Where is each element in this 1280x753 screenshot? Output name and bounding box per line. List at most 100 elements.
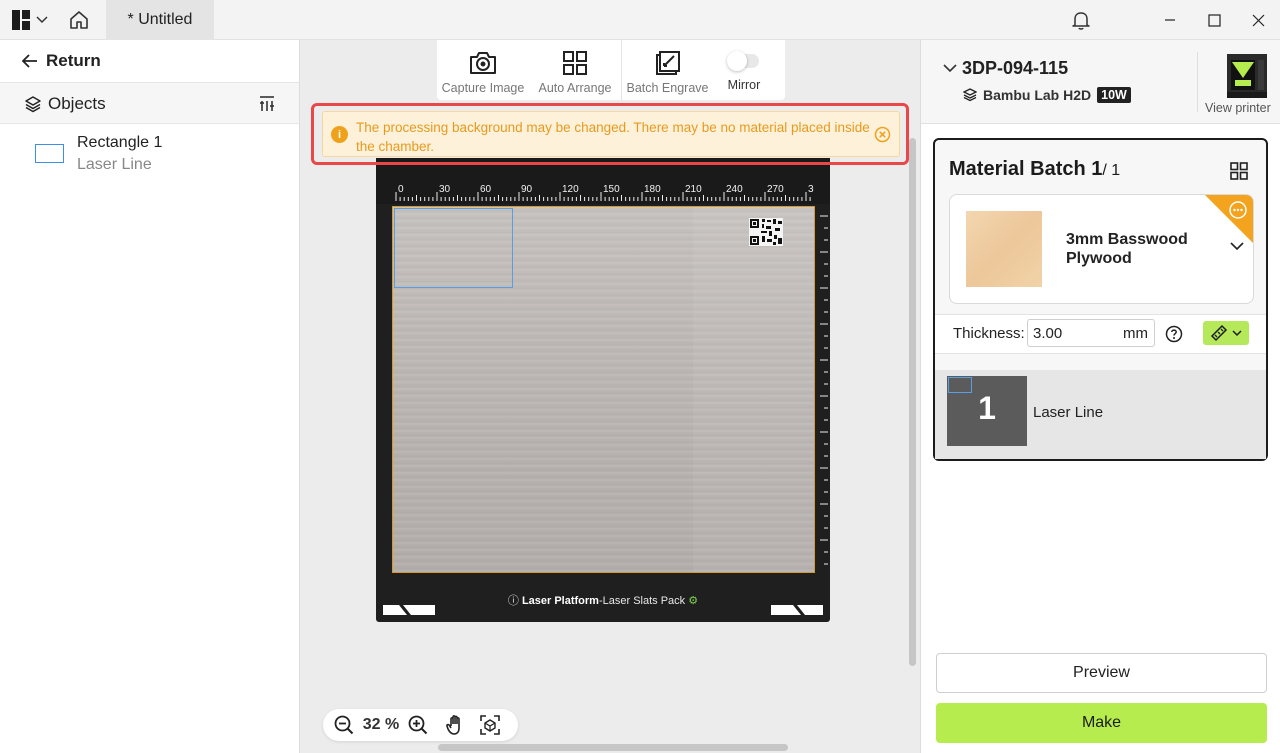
ruler-label: 150 [603, 184, 620, 195]
warning-highlight: i The processing background may be chang… [311, 103, 909, 165]
ruler-label: 210 [685, 184, 702, 195]
plate-slot-right [771, 605, 823, 615]
platform-label-rest: -Laser Slats Pack [598, 595, 686, 607]
measure-button[interactable] [1203, 321, 1249, 345]
layer-number: 1 [978, 390, 996, 426]
home-button[interactable] [68, 9, 90, 31]
thickness-value: 3.00 [1033, 324, 1063, 342]
warning-banner: i The processing background may be chang… [322, 111, 900, 157]
list-item[interactable]: 1 Laser Line [935, 370, 1266, 459]
arrow-left-icon [22, 54, 37, 68]
thickness-label: Thickness: [953, 325, 1025, 342]
ruler-label: 60 [480, 184, 492, 195]
return-button[interactable]: Return [22, 50, 101, 72]
ruler-label: 270 [767, 184, 784, 195]
vertical-scrollbar[interactable] [909, 138, 916, 666]
batch-engrave-button[interactable]: Batch Engrave [621, 40, 713, 100]
rectangle-1-object[interactable] [394, 208, 513, 288]
close-icon [1252, 14, 1264, 26]
chevron-down-icon [1230, 242, 1244, 251]
qr-code-icon [749, 218, 783, 246]
zoom-in-button[interactable] [407, 714, 429, 736]
batch-engrave-label: Batch Engrave [626, 81, 709, 95]
ruler-label: 240 [726, 184, 743, 195]
title-bar: * Untitled [0, 0, 1280, 40]
batch-count: / 1 [1102, 162, 1121, 179]
material-swatch [966, 211, 1042, 287]
batch-engrave-icon [655, 51, 680, 75]
tab-untitled[interactable]: * Untitled [106, 0, 214, 40]
printer-image-icon[interactable] [1211, 52, 1273, 100]
close-button[interactable] [1236, 0, 1280, 40]
minimize-button[interactable] [1148, 0, 1192, 40]
printer-model-name: Bambu Lab H2D [983, 87, 1092, 103]
ruler-label: 120 [562, 184, 579, 195]
objects-header: Objects [0, 82, 299, 124]
zoom-in-icon [408, 715, 428, 735]
fit-view-button[interactable] [479, 714, 501, 736]
mirror-switch[interactable] [727, 51, 759, 71]
help-icon[interactable] [1165, 325, 1183, 343]
canvas-toolbar: Capture Image Auto Arrange Batch Engrave… [437, 40, 785, 100]
ruler-label: 30 [439, 184, 451, 195]
make-button[interactable]: Make [936, 703, 1267, 743]
layer-thumbnail: 1 [947, 376, 1027, 446]
objects-title: Objects [48, 94, 106, 113]
object-name: Rectangle 1 [77, 134, 163, 151]
grid-icon[interactable] [1230, 162, 1248, 180]
mirror-toggle[interactable]: Mirror [713, 40, 775, 100]
maximize-icon [1207, 13, 1221, 27]
capture-image-button[interactable]: Capture Image [437, 40, 529, 100]
pan-tool-button[interactable] [445, 714, 467, 736]
ruler-measure-icon [1210, 324, 1228, 342]
printer-name[interactable]: 3DP-094-115 [962, 58, 1068, 79]
plate-slot-left [383, 605, 435, 615]
camera-icon [470, 52, 496, 74]
more-options-icon[interactable] [1229, 201, 1247, 219]
thickness-input[interactable]: 3.00 mm [1027, 319, 1155, 347]
fit-view-icon [480, 715, 500, 735]
material-batch-card: Material Batch 1/ 1 3mm Basswood Plywood… [933, 138, 1268, 461]
layer-label: Laser Line [1033, 404, 1104, 421]
platform-settings-icon[interactable]: ⚙ [688, 595, 698, 607]
platform-label: ⓘ Laser Platform-Laser Slats Pack ⚙ [376, 592, 830, 608]
list-item[interactable]: Rectangle 1 Laser Line [0, 130, 299, 178]
hand-icon [446, 715, 460, 735]
chevron-down-icon[interactable] [943, 64, 957, 73]
view-printer-link[interactable]: View printer [1205, 101, 1271, 115]
preview-button[interactable]: Preview [936, 653, 1267, 693]
warning-text: The processing background may be changed… [356, 120, 870, 154]
notifications-button[interactable] [1070, 9, 1094, 33]
printer-model: Bambu Lab H2D 10W [963, 87, 1131, 103]
zoom-controls: 32 % [323, 709, 518, 741]
zoom-out-icon [334, 715, 354, 735]
workspace-canvas[interactable]: Capture Image Auto Arrange Batch Engrave… [300, 40, 920, 753]
horizontal-scrollbar[interactable] [438, 744, 788, 751]
material-selector[interactable]: 3mm Basswood Plywood [949, 194, 1254, 304]
object-type: Laser Line [77, 156, 152, 173]
maximize-button[interactable] [1192, 0, 1236, 40]
layers-icon [25, 96, 41, 113]
bell-icon [1072, 12, 1090, 30]
zoom-out-button[interactable] [333, 714, 355, 736]
home-icon [70, 11, 88, 29]
auto-arrange-label: Auto Arrange [538, 81, 612, 95]
info-icon: ⓘ [507, 595, 519, 607]
ruler-label: 180 [644, 184, 661, 195]
rectangle-shape-icon [35, 144, 64, 163]
ruler-label: 90 [521, 184, 533, 195]
material-bed[interactable] [392, 206, 815, 573]
return-label: Return [46, 51, 101, 70]
app-menu-button[interactable] [12, 9, 52, 31]
laser-platform: 0 30 60 90 120 150 180 210 240 270 30 ⓘ Laser Plat… [376, 158, 830, 622]
close-warning-icon[interactable] [874, 126, 891, 143]
chevron-down-icon [36, 16, 48, 24]
horizontal-ruler: 0 30 60 90 120 150 180 210 240 270 30 [395, 184, 814, 201]
vertical-ruler [820, 215, 828, 565]
bambu-logo-icon [12, 10, 30, 30]
mirror-label: Mirror [727, 78, 761, 92]
material-name: 3mm Basswood Plywood [1066, 231, 1188, 267]
thickness-unit: mm [1123, 324, 1148, 342]
auto-arrange-button[interactable]: Auto Arrange [529, 40, 621, 100]
sort-icon[interactable] [258, 95, 276, 113]
